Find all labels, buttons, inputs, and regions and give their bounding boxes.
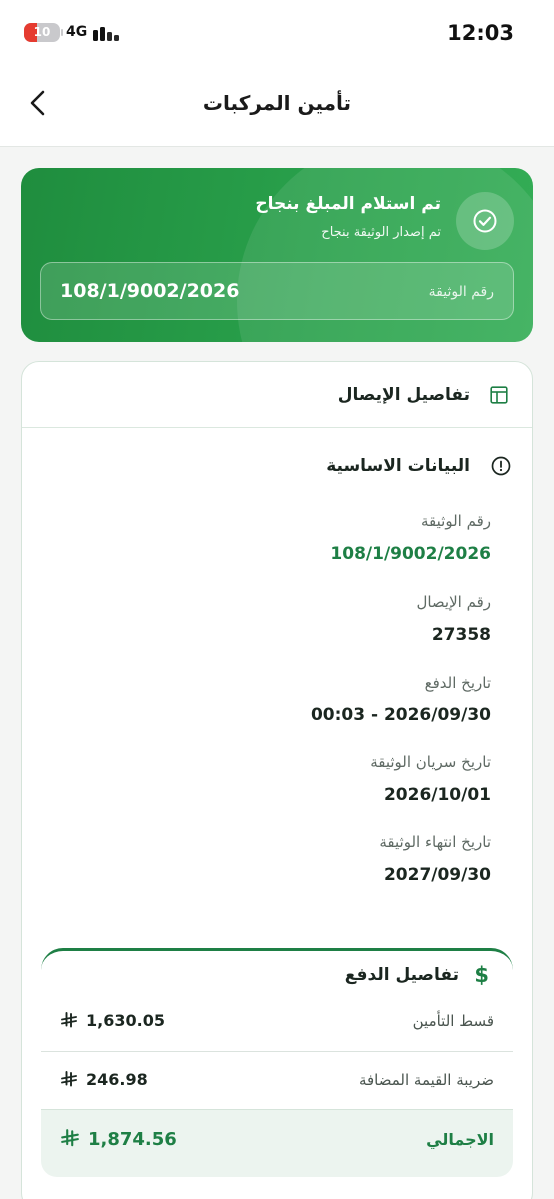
policy-end-date-value: 2027/09/30 [383,865,491,885]
total-row: الاجمالي 1,874.56 [41,1109,513,1177]
page-title: تأمين المركبات [202,91,352,115]
success-banner: تم استلام المبلغ بنجاح تم إصدار الوثيقة … [21,168,533,342]
vat-label: ضريبة القيمة المضافة [358,1071,494,1089]
total-amount-value: 1,874.56 [88,1129,177,1150]
banner-subtitle: تم إصدار الوثيقة بنجاح [321,225,441,240]
receipt-title: تفاصيل الإيصال [337,385,470,405]
banner-title: تم استلام المبلغ بنجاح [255,194,441,214]
status-time: 12:03 [447,21,514,45]
policy-start-date-value: 2026/10/01 [383,785,491,805]
payment-details: $ تفاصيل الدفع قسط التأمين 1,630.05 ضريب… [41,948,513,1177]
policy-number-field-value: 108/1/9002/2026 [330,544,491,564]
dollar-icon: $ [474,963,489,987]
policy-number-value: 108/1/9002/2026 [60,280,240,302]
riyal-icon [61,1071,77,1087]
network-type: 4G [66,24,88,40]
receipt-card-header: تفاصيل الإيصال [22,362,532,428]
receipt-card: تفاصيل الإيصال البيانات الاساسية رقم الو… [21,361,533,1199]
riyal-icon [61,1012,77,1028]
signal-icon [93,24,119,41]
status-bar: 10 4G 12:03 [0,0,554,66]
payment-date-value: 00:03 - 2026/09/30 [310,705,491,725]
vat-row: ضريبة القيمة المضافة 246.98 [41,1051,513,1109]
policy-number-box[interactable]: رقم الوثيقة 108/1/9002/2026 [40,262,514,320]
policy-end-date-label: تاريخ انتهاء الوثيقة [379,833,491,851]
policy-number-field-label: رقم الوثيقة [421,512,491,530]
premium-label: قسط التأمين [412,1012,494,1030]
receipt-number-label: رقم الإيصال [416,593,491,611]
policy-start-date-label: تاريخ سريان الوثيقة [370,753,491,771]
premium-amount: 1,630.05 [60,1009,165,1033]
basic-data-title: البيانات الاساسية [326,456,470,476]
app-header: تأمين المركبات [0,66,554,147]
premium-row: قسط التأمين 1,630.05 [41,993,513,1051]
premium-amount-value: 1,630.05 [86,1011,165,1030]
total-label: الاجمالي [426,1130,494,1149]
battery-icon: 10 [24,23,60,42]
policy-number-label: رقم الوثيقة [428,284,494,300]
layout-icon [490,386,508,408]
payment-details-title: تفاصيل الدفع [344,965,459,985]
screen: 10 4G 12:03 تأمين المركبات تم استلام الم… [0,0,554,1199]
check-circle-icon [456,192,514,250]
battery-tip [61,29,63,36]
riyal-icon [61,1129,79,1147]
vat-amount-value: 246.98 [86,1070,148,1089]
info-icon [491,456,511,480]
vat-amount: 246.98 [60,1068,148,1092]
total-amount: 1,874.56 [60,1128,177,1152]
receipt-number-value: 27358 [431,625,491,645]
payment-date-label: تاريخ الدفع [424,674,491,692]
battery-percentage: 10 [33,25,51,39]
